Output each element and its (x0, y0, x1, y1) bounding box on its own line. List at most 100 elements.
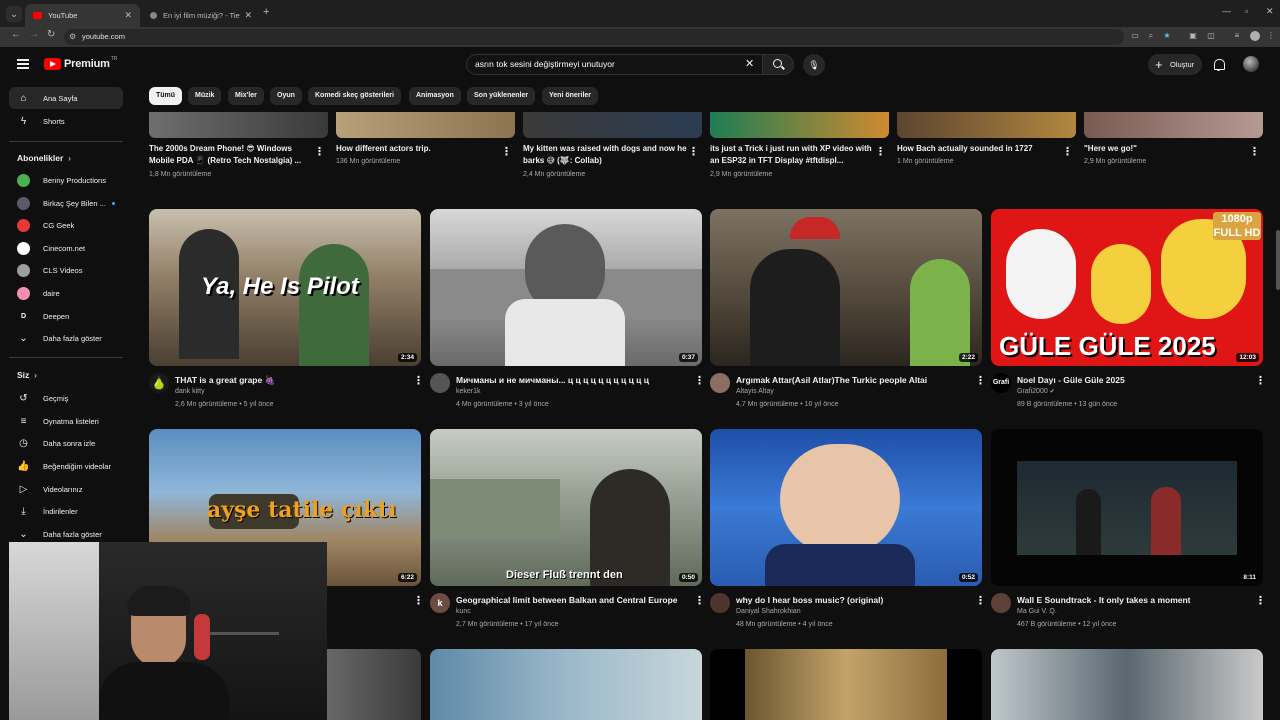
search-input[interactable]: asrın tok sesini değiştirmeyi unutuyor (466, 54, 766, 75)
chip-new-to-you[interactable]: Yeni öneriler (542, 87, 599, 105)
more-options-icon[interactable]: ⋮ (694, 374, 705, 387)
sidebar-item-daire[interactable]: daire (9, 282, 123, 304)
back-icon[interactable]: ← (11, 29, 21, 40)
chip-comedy-sketches[interactable]: Komedi skeç gösterileri (308, 87, 401, 105)
puzzle-icon[interactable]: ◫ (1206, 31, 1216, 41)
youtube-premium-logo[interactable]: Premium TR (44, 56, 117, 70)
cast-icon[interactable]: ▭ (1130, 31, 1140, 41)
site-info-icon[interactable]: ⚙ (69, 29, 76, 45)
sidebar-show-more-subscriptions[interactable]: ⌄ Daha fazla göster (9, 327, 123, 349)
video-thumbnail[interactable] (1084, 112, 1263, 138)
video-title[interactable]: Argımak Attar(Asil Atlar)The Turkic peop… (736, 375, 966, 385)
video-thumbnail[interactable] (710, 112, 889, 138)
tab-youtube[interactable]: YouTube ✕ (25, 4, 140, 27)
voice-search-button[interactable]: 🎙 (803, 54, 825, 76)
channel-avatar[interactable]: 🍐 (149, 373, 169, 393)
sidebar-item-downloads[interactable]: ⤓ İndirilenler (9, 500, 123, 522)
channel-avatar[interactable] (710, 593, 730, 613)
sidebar-item-your-videos[interactable]: ▷ Videolarınız (9, 478, 123, 500)
sidebar-item-liked-videos[interactable]: 👍 Beğendiğim videolar (9, 455, 123, 477)
you-heading[interactable]: Siz › (17, 370, 37, 380)
sidebar-item-cinecom[interactable]: Cinecom.net (9, 237, 123, 259)
channel-name[interactable]: Altayis Altay (736, 388, 774, 395)
video-title[interactable]: The 2000s Dream Phone! 😎 Windows Mobile … (149, 143, 314, 167)
video-thumbnail[interactable] (991, 649, 1263, 720)
video-title[interactable]: THAT is a great grape 🍇 (175, 375, 405, 386)
subscriptions-heading[interactable]: Abonelikler › (17, 153, 71, 163)
video-title[interactable]: its just a Trick i just run with XP vide… (710, 143, 875, 167)
more-options-icon[interactable]: ⋮ (501, 145, 512, 158)
video-thumbnail[interactable] (523, 112, 702, 138)
page-scrollbar[interactable] (1276, 230, 1280, 290)
extension-icon[interactable]: ▣ (1188, 31, 1198, 41)
video-title[interactable]: Wall E Soundtrack - It only takes a mome… (1017, 595, 1247, 605)
chip-animation[interactable]: Animasyon (409, 87, 461, 105)
video-thumbnail[interactable] (430, 649, 702, 720)
channel-name[interactable]: Daniyal Shahrokhian (736, 608, 801, 615)
sidebar-item-home[interactable]: ⌂ Ana Sayfa (9, 87, 123, 109)
more-options-icon[interactable]: ⋮ (694, 594, 705, 607)
video-thumbnail[interactable] (897, 112, 1076, 138)
video-title[interactable]: Noel Dayı - Güle Güle 2025 (1017, 375, 1247, 385)
menu-icon[interactable] (17, 59, 29, 69)
chip-mixes[interactable]: Mix'ler (228, 87, 264, 105)
video-title[interactable]: why do I hear boss music? (original) (736, 595, 966, 605)
video-title[interactable]: How Bach actually sounded in 1727 (897, 143, 1062, 155)
sidebar-item-cls-videos[interactable]: CLS Videos (9, 259, 123, 281)
video-thumbnail[interactable] (710, 649, 982, 720)
video-thumbnail[interactable] (149, 112, 328, 138)
close-tab-icon[interactable]: ✕ (244, 10, 252, 21)
sidebar-item-shorts[interactable]: ϟ Shorts (9, 110, 123, 132)
chip-all[interactable]: Tümü (149, 87, 183, 105)
sidebar-item-deepen[interactable]: D Deepen (9, 305, 123, 327)
video-thumbnail[interactable]: 1080p FULL HD GÜLE GÜLE 2025 12:03 (991, 209, 1263, 366)
channel-avatar[interactable] (430, 373, 450, 393)
sidebar-item-watch-later[interactable]: ◷ Daha sonra izle (9, 432, 123, 454)
maximize-icon[interactable]: ▫ (1245, 6, 1248, 16)
search-button[interactable] (762, 54, 794, 75)
channel-name[interactable]: Grafi2000 ✔ (1017, 388, 1055, 395)
tab-search-button[interactable]: ⌄ (6, 6, 22, 22)
channel-name[interactable]: dank kitty (175, 388, 205, 395)
sidebar-item-cg-geek[interactable]: CG Geek (9, 214, 123, 236)
video-thumbnail[interactable]: 2:22 (710, 209, 982, 366)
chip-music[interactable]: Müzik (188, 87, 222, 105)
clear-search-icon[interactable]: ✕ (745, 57, 754, 70)
video-thumbnail[interactable]: 0:52 (710, 429, 982, 586)
channel-avatar[interactable]: Grafi (991, 373, 1011, 393)
close-tab-icon[interactable]: ✕ (124, 10, 132, 21)
channel-avatar[interactable] (991, 593, 1011, 613)
video-title[interactable]: "Here we go!" (1084, 143, 1249, 155)
address-bar[interactable]: ⚙ youtube.com (64, 29, 1124, 45)
chip-recently-uploaded[interactable]: Son yüklenenler (467, 87, 536, 105)
video-thumbnail[interactable]: Ya, He Is Pilot 2:34 (149, 209, 421, 366)
more-options-icon[interactable]: ⋮ (1062, 145, 1073, 158)
more-options-icon[interactable]: ⋮ (1255, 374, 1266, 387)
video-title[interactable]: Мичманы и не мичманы... ц ц ц ц ц ц ц ц … (456, 375, 686, 385)
reload-icon[interactable]: ↻ (47, 29, 55, 40)
close-window-icon[interactable]: ✕ (1266, 6, 1274, 17)
more-options-icon[interactable]: ⋮ (975, 594, 986, 607)
sidebar-item-benny-productions[interactable]: Benny Productions (9, 169, 123, 191)
more-options-icon[interactable]: ⋮ (1255, 594, 1266, 607)
profile-icon[interactable] (1250, 31, 1260, 41)
bookmark-star-icon[interactable]: ★ (1162, 31, 1172, 41)
more-options-icon[interactable]: ⋮ (314, 145, 325, 158)
video-title[interactable]: My kitten was raised with dogs and now h… (523, 143, 688, 167)
more-options-icon[interactable]: ⋮ (688, 145, 699, 158)
account-avatar[interactable] (1243, 56, 1259, 72)
video-thumbnail[interactable]: Dieser Fluß trennt den 0:50 (430, 429, 702, 586)
channel-avatar[interactable]: k (430, 593, 450, 613)
sidebar-item-history[interactable]: ↺ Geçmiş (9, 387, 123, 409)
media-icon[interactable]: ≡ (1232, 31, 1242, 41)
channel-name[interactable]: kunc (456, 608, 471, 615)
sidebar-item-playlists[interactable]: ≡ Oynatma listeleri (9, 410, 123, 432)
more-options-icon[interactable]: ⋮ (975, 374, 986, 387)
more-options-icon[interactable]: ⋮ (413, 594, 424, 607)
video-title[interactable]: Geographical limit between Balkan and Ce… (456, 595, 686, 605)
channel-name[interactable]: keker1k (456, 388, 481, 395)
channel-name[interactable]: Ma Gui V. Q. (1017, 608, 1057, 615)
tab-tier-list[interactable]: En iyi film müziği? - Tier List, Ki ✕ (142, 4, 260, 27)
video-thumbnail[interactable]: 8:11 (991, 429, 1263, 586)
more-options-icon[interactable]: ⋮ (413, 374, 424, 387)
